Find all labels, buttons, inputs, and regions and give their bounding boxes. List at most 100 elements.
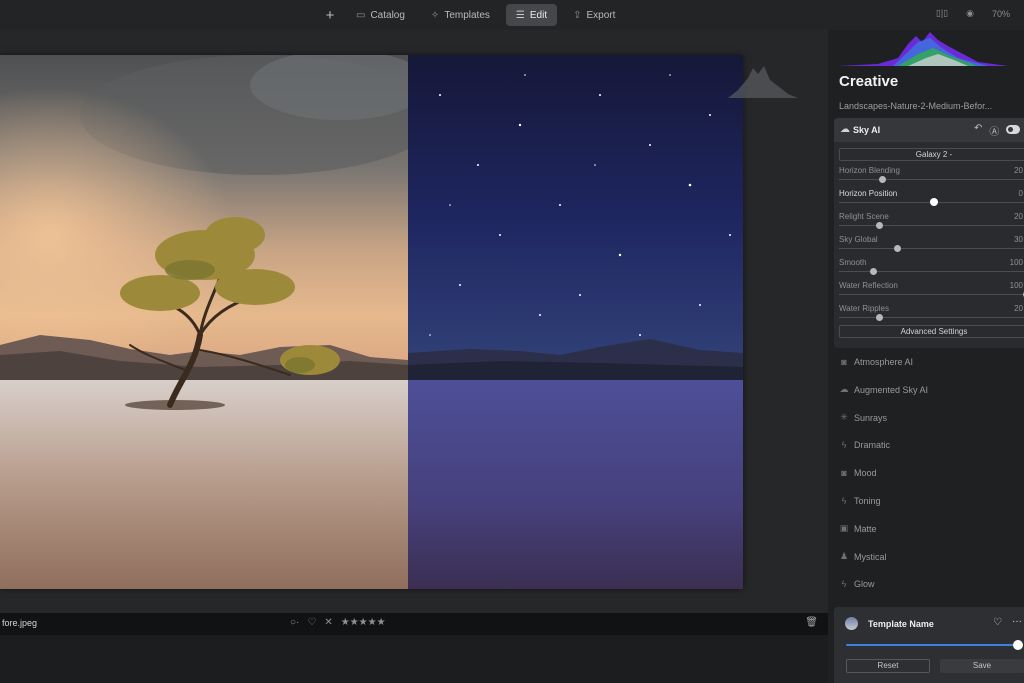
slider-knob[interactable]: [875, 314, 883, 321]
tool-label: Glow: [854, 579, 875, 590]
figure-icon: ♟: [839, 551, 849, 562]
slider-track[interactable]: [839, 317, 1024, 318]
tool-label: Dramatic: [854, 440, 891, 451]
slider-value: 100: [1009, 281, 1023, 290]
sky-ai-header[interactable]: ☁ Sky AI ↶ Ⓐ: [834, 118, 1024, 142]
slider-row: Smooth 100: [839, 258, 1024, 278]
slider-value: 20: [1014, 166, 1023, 175]
eye-icon[interactable]: ◉: [966, 8, 974, 19]
sparkle-icon: ✧: [430, 9, 440, 21]
slider-track[interactable]: [839, 248, 1024, 249]
slider-label: Horizon Position: [839, 189, 898, 198]
mask-icon[interactable]: Ⓐ: [989, 123, 999, 138]
slider-value: 30: [1014, 235, 1023, 244]
view-controls: ▯|▯ ◉ 70%: [936, 8, 1010, 19]
template-amount-knob[interactable]: [1013, 640, 1023, 650]
tool-item[interactable]: ϟ Dramatic: [839, 437, 890, 453]
slider-value: 100: [1009, 258, 1023, 267]
add-icon[interactable]: +: [320, 7, 340, 24]
slider-label: Water Reflection: [839, 281, 898, 290]
tab-catalog[interactable]: ▭ Catalog: [346, 4, 415, 26]
square-icon: ▣: [839, 523, 849, 534]
tool-item[interactable]: ▣ Matte: [839, 521, 877, 537]
filmstrip-area: [0, 635, 828, 683]
tool-item[interactable]: ☁ Augmented Sky AI: [839, 382, 929, 398]
camera-icon: ◙: [841, 357, 847, 367]
cloud-icon: ☁: [840, 124, 850, 135]
rating-bar: ○· ♡ ✕ ★★★★★: [290, 617, 386, 628]
heart-icon[interactable]: ♡: [307, 617, 316, 628]
compare-icon[interactable]: ▯|▯: [936, 8, 948, 19]
histogram-ghost: [728, 66, 798, 98]
panel-title: Creative: [839, 73, 899, 90]
filmstrip-bar: fore.jpeg ○· ♡ ✕ ★★★★★ 🗑: [0, 613, 828, 635]
top-bar: + ▭ Catalog ✧ Templates ☰ Edit ⇪ Export …: [0, 0, 1024, 30]
tab-export[interactable]: ⇪ Export: [563, 4, 625, 26]
slider-knob[interactable]: [930, 198, 938, 206]
tab-templates[interactable]: ✧ Templates: [421, 4, 500, 26]
slider-track[interactable]: [839, 271, 1024, 272]
visibility-toggle[interactable]: [1006, 125, 1021, 134]
tool-item[interactable]: ◙ Atmosphere AI: [839, 354, 913, 370]
sky-ai-title: Sky AI: [853, 125, 881, 135]
tool-item[interactable]: ♟ Mystical: [839, 549, 887, 565]
trash-icon[interactable]: 🗑: [805, 617, 818, 628]
histogram: [838, 32, 1008, 66]
template-panel: Template Name ♡ ··· Reset Save: [834, 607, 1024, 683]
photo-before-after[interactable]: [0, 55, 743, 589]
tab-edit[interactable]: ☰ Edit: [505, 4, 558, 26]
tool-item[interactable]: ϟ Toning: [839, 493, 881, 509]
slider-knob[interactable]: [875, 222, 883, 229]
template-amount-track[interactable]: [846, 644, 1018, 646]
slider-track[interactable]: [839, 294, 1024, 295]
save-button[interactable]: Save: [940, 659, 1024, 673]
slider-value: 0: [1018, 189, 1023, 198]
slider-knob[interactable]: [879, 176, 887, 183]
main-nav: + ▭ Catalog ✧ Templates ☰ Edit ⇪ Export: [320, 4, 625, 26]
template-name: Template Name: [868, 619, 934, 629]
template-thumbnail: [845, 617, 858, 630]
image-name: Landscapes-Nature-2-Medium-Befor...: [839, 101, 993, 111]
tab-export-label: Export: [586, 9, 616, 21]
tool-item[interactable]: ϟ Glow: [839, 576, 875, 592]
reject-icon[interactable]: ✕: [324, 617, 332, 628]
slider-row: Water Reflection 100: [839, 281, 1024, 301]
favorite-heart-icon[interactable]: ♡: [993, 617, 1002, 628]
slider-knob[interactable]: [894, 245, 902, 252]
filename: fore.jpeg: [2, 618, 38, 628]
star-rating[interactable]: ★★★★★: [341, 617, 386, 628]
camera-icon: ◙: [841, 468, 847, 479]
folder-icon: ▭: [356, 9, 366, 21]
slider-label: Sky Global: [839, 235, 878, 244]
slider-value: 20: [1014, 304, 1023, 313]
more-icon[interactable]: ···: [1012, 616, 1022, 627]
slider-label: Smooth: [839, 258, 867, 267]
tab-catalog-label: Catalog: [370, 9, 405, 21]
slider-knob[interactable]: [870, 268, 878, 275]
slider-track[interactable]: [839, 225, 1024, 226]
sky-ai-actions: ↶ Ⓐ: [974, 123, 1021, 138]
advanced-settings-button[interactable]: Advanced Settings: [839, 325, 1024, 338]
slider-row: Horizon Blending 20: [839, 166, 1024, 186]
sky-ai-section: ☁ Sky AI ↶ Ⓐ Galaxy 2 - Horizon Blending…: [834, 118, 1024, 348]
slider-row: Relight Scene 20: [839, 212, 1024, 232]
sliders-icon: ☰: [515, 9, 525, 21]
tool-label: Toning: [854, 496, 881, 506]
tool-label: Matte: [854, 523, 877, 534]
slider-label: Water Ripples: [839, 304, 889, 313]
tool-label: Atmosphere AI: [854, 357, 914, 367]
zoom-level[interactable]: 70%: [992, 9, 1010, 19]
slider-track[interactable]: [839, 179, 1024, 180]
tool-item[interactable]: ◙ Mood: [839, 465, 877, 481]
tab-edit-label: Edit: [529, 9, 548, 21]
tool-item[interactable]: ✳ Sunrays: [839, 410, 887, 426]
slider-value: 20: [1014, 212, 1023, 221]
sky-preset-select[interactable]: Galaxy 2 -: [839, 148, 1024, 161]
tool-label: Mood: [854, 468, 877, 479]
color-label-icon[interactable]: ○·: [290, 617, 299, 628]
undo-icon[interactable]: ↶: [974, 123, 982, 138]
share-icon: ⇪: [573, 9, 582, 21]
reset-button[interactable]: Reset: [846, 659, 930, 673]
photo-canvas[interactable]: [0, 30, 828, 613]
slider-row: Sky Global 30: [839, 235, 1024, 255]
